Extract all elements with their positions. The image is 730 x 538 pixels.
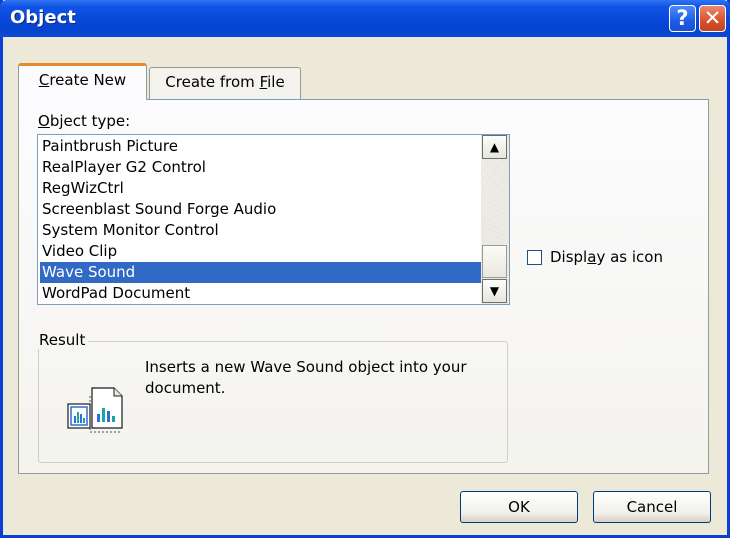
list-item[interactable]: Video Clip bbox=[40, 241, 483, 262]
list-scrollbar[interactable]: ▲ ▼ bbox=[481, 135, 509, 304]
close-icon: ✕ bbox=[703, 6, 722, 30]
tab-create-from-file-label: Create from File bbox=[165, 73, 285, 91]
help-button[interactable]: ? bbox=[669, 5, 696, 32]
result-description: Inserts a new Wave Sound object into you… bbox=[145, 358, 467, 397]
tab-create-from-file[interactable]: Create from File bbox=[149, 67, 301, 99]
display-as-icon-option[interactable]: Display as icon bbox=[527, 248, 663, 266]
object-type-list[interactable]: Paintbrush Picture RealPlayer G2 Control… bbox=[37, 134, 510, 305]
list-item[interactable]: RealPlayer G2 Control bbox=[40, 157, 483, 178]
list-item[interactable]: Paintbrush Picture bbox=[40, 136, 483, 157]
object-type-label: Object type: bbox=[38, 112, 131, 130]
arrow-up-icon: ▲ bbox=[489, 140, 500, 154]
help-icon: ? bbox=[676, 6, 689, 30]
scroll-down-button[interactable]: ▼ bbox=[482, 279, 507, 303]
list-item[interactable]: WordPad Document bbox=[40, 283, 483, 304]
object-result-icon bbox=[66, 384, 136, 440]
window-title: Object bbox=[10, 7, 76, 28]
title-bar[interactable]: Object ? ✕ bbox=[0, 0, 730, 37]
arrow-down-icon: ▼ bbox=[489, 284, 500, 298]
scroll-thumb[interactable] bbox=[482, 245, 507, 278]
display-as-icon-label: Display as icon bbox=[550, 248, 663, 266]
display-as-icon-checkbox[interactable] bbox=[527, 249, 542, 265]
list-item-selected[interactable]: Wave Sound bbox=[40, 262, 483, 283]
list-item[interactable]: System Monitor Control bbox=[40, 220, 483, 241]
scroll-up-button[interactable]: ▲ bbox=[482, 135, 507, 159]
tab-create-new-label: Create New bbox=[38, 71, 127, 89]
list-item[interactable]: Screenblast Sound Forge Audio bbox=[40, 199, 483, 220]
close-button[interactable]: ✕ bbox=[699, 5, 726, 32]
list-item[interactable]: RegWizCtrl bbox=[40, 178, 483, 199]
cancel-button[interactable]: Cancel bbox=[593, 491, 711, 523]
tab-create-new[interactable]: Create New bbox=[18, 63, 147, 100]
ok-button[interactable]: OK bbox=[460, 491, 578, 523]
result-legend: Result bbox=[38, 331, 89, 349]
